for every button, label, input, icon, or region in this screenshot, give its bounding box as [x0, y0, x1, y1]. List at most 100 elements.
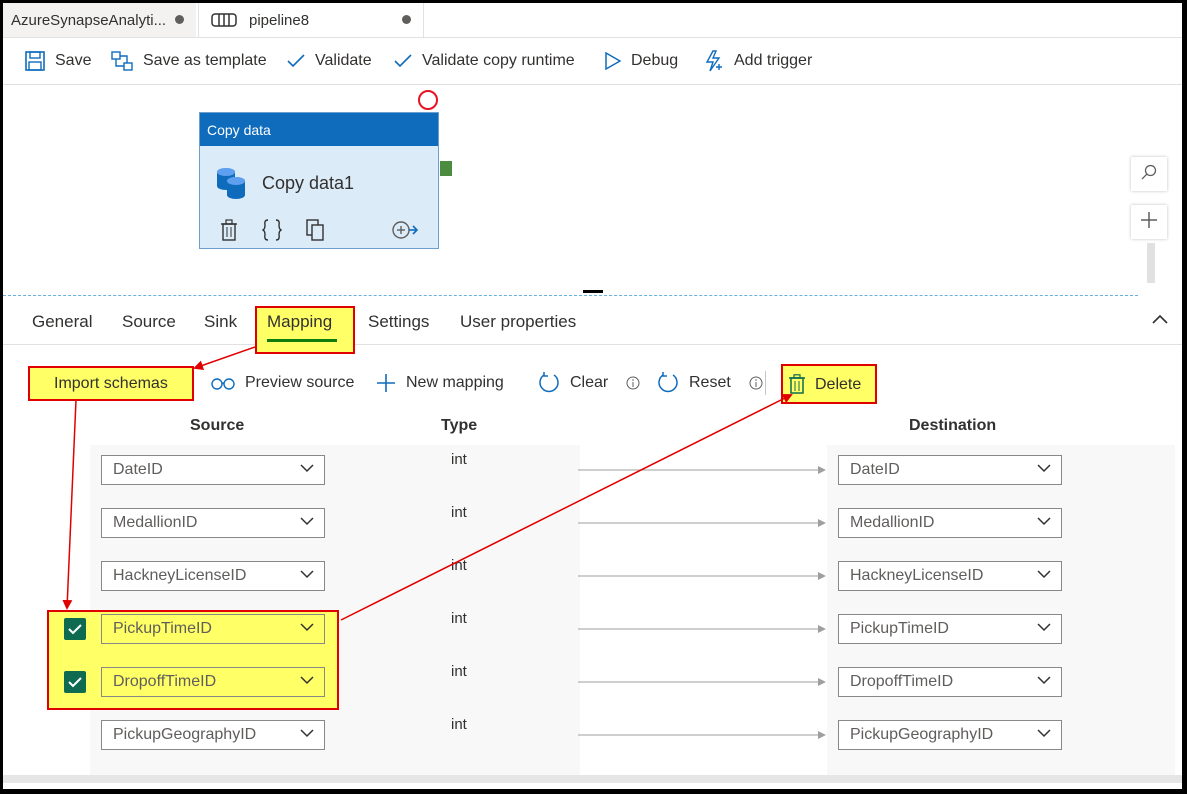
destination-column-dropdown[interactable]: PickupGeographyID [838, 720, 1062, 750]
template-icon [111, 51, 133, 71]
mapping-arrow-icon [578, 731, 826, 739]
tab-mapping[interactable]: Mapping [267, 312, 332, 332]
debug-button[interactable]: Debug [605, 38, 678, 84]
mapping-row: DateID int DateID [3, 451, 1182, 508]
validate-copy-runtime-button[interactable]: Validate copy runtime [394, 38, 575, 84]
destination-column-value: PickupTimeID [850, 620, 949, 637]
row-checkbox[interactable] [64, 618, 86, 640]
info-icon[interactable] [749, 376, 763, 390]
preview-source-button[interactable]: Preview source [211, 363, 354, 403]
tab-general[interactable]: General [32, 312, 92, 332]
horizontal-scrollbar[interactable] [3, 775, 1182, 783]
reset-label: Reset [689, 374, 731, 391]
canvas-divider [3, 295, 1138, 296]
destination-column-value: DateID [850, 461, 900, 478]
source-column-value: DropoffTimeID [113, 673, 217, 690]
panel-resize-handle[interactable] [583, 290, 603, 293]
delete-icon[interactable] [220, 219, 238, 241]
mapping-row: HackneyLicenseID int HackneyLicenseID [3, 557, 1182, 614]
zoom-in-button[interactable] [1131, 205, 1167, 239]
validate-button[interactable]: Validate [287, 38, 372, 84]
tab-synapse-workspace[interactable]: AzureSynapseAnalyti... [3, 3, 196, 37]
clear-button[interactable]: Clear [538, 363, 640, 403]
tab-source[interactable]: Source [122, 312, 176, 332]
tab-sink[interactable]: Sink [204, 312, 237, 332]
add-output-icon[interactable] [392, 219, 418, 241]
new-mapping-button[interactable]: New mapping [376, 363, 504, 403]
copy-data-activity[interactable]: Copy data Copy data1 [199, 112, 439, 249]
preview-source-label: Preview source [245, 374, 355, 391]
destination-column-dropdown[interactable]: PickupTimeID [838, 614, 1062, 644]
checkmark-icon [394, 54, 412, 68]
destination-column-dropdown[interactable]: MedallionID [838, 508, 1062, 538]
import-schemas-button[interactable]: Import schemas [28, 366, 194, 401]
tab-settings[interactable]: Settings [368, 312, 429, 332]
mapping-row: PickupTimeID int PickupTimeID [3, 610, 1182, 667]
type-value: int [451, 504, 467, 521]
add-trigger-button[interactable]: Add trigger [704, 38, 812, 84]
trash-icon [789, 374, 805, 394]
info-icon[interactable] [626, 376, 640, 390]
clear-label: Clear [570, 374, 609, 391]
source-column-value: DateID [113, 461, 163, 478]
row-checkbox[interactable] [64, 671, 86, 693]
pipeline-canvas[interactable]: Copy data Copy data1 [3, 85, 1182, 297]
destination-column-dropdown[interactable]: DateID [838, 455, 1062, 485]
tab-label: pipeline8 [249, 11, 310, 29]
chevron-down-icon [1037, 623, 1051, 632]
validate-label: Validate [315, 52, 372, 69]
copy-database-icon [214, 166, 248, 200]
source-column-dropdown[interactable]: PickupGeographyID [101, 720, 325, 750]
success-output-handle[interactable] [440, 161, 452, 176]
source-column-dropdown[interactable]: DateID [101, 455, 325, 485]
glasses-icon [211, 376, 235, 390]
destination-column-dropdown[interactable]: HackneyLicenseID [838, 561, 1062, 591]
plus-icon [1140, 211, 1158, 234]
tab-pipeline8[interactable]: pipeline8 [198, 3, 424, 37]
tab-label: AzureSynapseAnalyti... [11, 11, 167, 29]
checkmark-icon [68, 623, 82, 635]
mapping-arrow-icon [578, 678, 826, 686]
destination-column-value: MedallionID [850, 514, 935, 531]
tab-user-properties[interactable]: User properties [460, 312, 576, 332]
destination-column-header: Destination [909, 417, 997, 434]
type-value: int [451, 663, 467, 680]
source-column-dropdown[interactable]: MedallionID [101, 508, 325, 538]
delete-mapping-button[interactable]: Delete [781, 364, 877, 404]
reset-button[interactable]: Reset [657, 363, 763, 403]
mapping-actions: Import schemas Preview source New mappin… [3, 363, 1182, 404]
collapse-chevron-icon[interactable] [1152, 312, 1168, 330]
code-braces-icon[interactable] [262, 219, 282, 241]
import-schemas-label: Import schemas [54, 375, 168, 392]
destination-column-dropdown[interactable]: DropoffTimeID [838, 667, 1062, 697]
save-button[interactable]: Save [25, 38, 91, 84]
activity-properties-panel: General Source Sink Mapping Settings Use… [3, 298, 1182, 789]
play-icon [605, 52, 621, 70]
destination-column-value: HackneyLicenseID [850, 567, 984, 584]
source-column-dropdown[interactable]: DropoffTimeID [101, 667, 325, 697]
unsaved-dot-icon [402, 15, 411, 24]
chevron-down-icon [300, 623, 314, 632]
source-column-header: Source [190, 417, 245, 434]
mapping-arrow-icon [578, 466, 826, 474]
source-column-value: HackneyLicenseID [113, 567, 247, 584]
destination-column-value: PickupGeographyID [850, 726, 994, 743]
copy-icon[interactable] [306, 219, 326, 241]
unsaved-dot-icon [175, 15, 184, 24]
source-column-dropdown[interactable]: PickupTimeID [101, 614, 325, 644]
save-as-template-label: Save as template [143, 52, 267, 69]
checkmark-icon [287, 54, 305, 68]
type-value: int [451, 610, 467, 627]
save-as-template-button[interactable]: Save as template [111, 38, 267, 84]
zoom-slider[interactable] [1147, 243, 1155, 283]
save-icon [25, 51, 45, 71]
refresh-icon [538, 372, 560, 394]
chevron-down-icon [1037, 570, 1051, 579]
chevron-down-icon [1037, 676, 1051, 685]
source-column-dropdown[interactable]: HackneyLicenseID [101, 561, 325, 591]
debug-label: Debug [631, 52, 679, 69]
source-column-value: MedallionID [113, 514, 198, 531]
toolbar-separator [765, 371, 766, 395]
error-indicator-icon[interactable] [418, 90, 438, 110]
search-canvas-button[interactable] [1131, 157, 1167, 191]
